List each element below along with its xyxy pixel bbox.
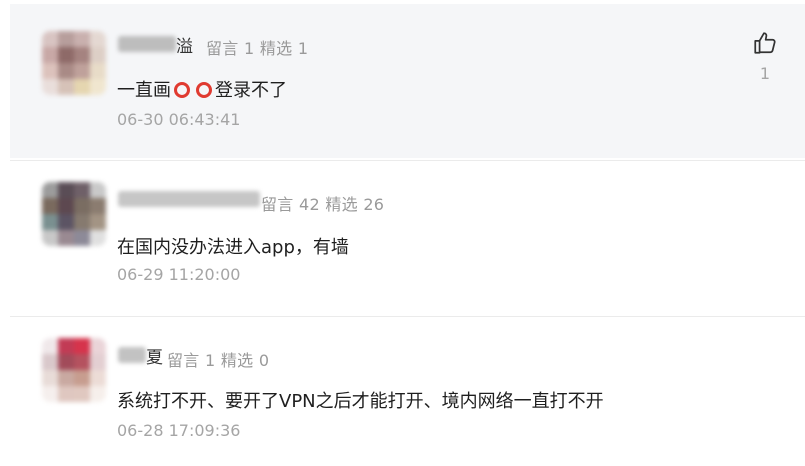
red-circle-emoji-icon: [174, 82, 190, 98]
avatar[interactable]: [42, 338, 106, 402]
user-stats: 留言 1 精选 0: [167, 351, 270, 370]
username-redacted: [118, 347, 146, 363]
comment-time: 06-29 11:20:00: [117, 265, 241, 284]
username-redacted: [118, 36, 176, 52]
avatar[interactable]: [42, 31, 106, 95]
like-button[interactable]: 1: [750, 30, 780, 83]
comment-item: 留言 42 精选 26 在国内没办法进入app，有墙 06-29 11:20:0…: [10, 160, 805, 314]
comment-text: 一直画 登录不了: [117, 76, 287, 102]
comment-time: 06-30 06:43:41: [117, 110, 241, 129]
red-circle-emoji-icon: [196, 82, 212, 98]
username: 溢: [176, 37, 193, 57]
comment-text-part: 一直画: [117, 80, 171, 101]
avatar[interactable]: [42, 182, 106, 246]
like-count: 1: [759, 64, 771, 83]
comment-text: 在国内没办法进入app，有墙: [117, 237, 349, 258]
username-redacted: [118, 191, 260, 207]
comment-text-part: 登录不了: [215, 80, 287, 101]
user-stats: 留言 1 精选 1: [206, 39, 309, 58]
comment-item: 夏 留言 1 精选 0 系统打不开、要开了VPN之后才能打开、境内网络一直打不开…: [10, 316, 805, 466]
user-stats: 留言 42 精选 26: [261, 195, 385, 214]
comment-text: 系统打不开、要开了VPN之后才能打开、境内网络一直打不开: [117, 391, 604, 412]
comment-item: 溢 留言 1 精选 1 一直画 登录不了 06-30 06:43:41 1: [10, 4, 805, 158]
comment-time: 06-28 17:09:36: [117, 421, 241, 440]
username: 夏: [146, 348, 163, 368]
thumbs-up-icon[interactable]: [752, 30, 778, 56]
